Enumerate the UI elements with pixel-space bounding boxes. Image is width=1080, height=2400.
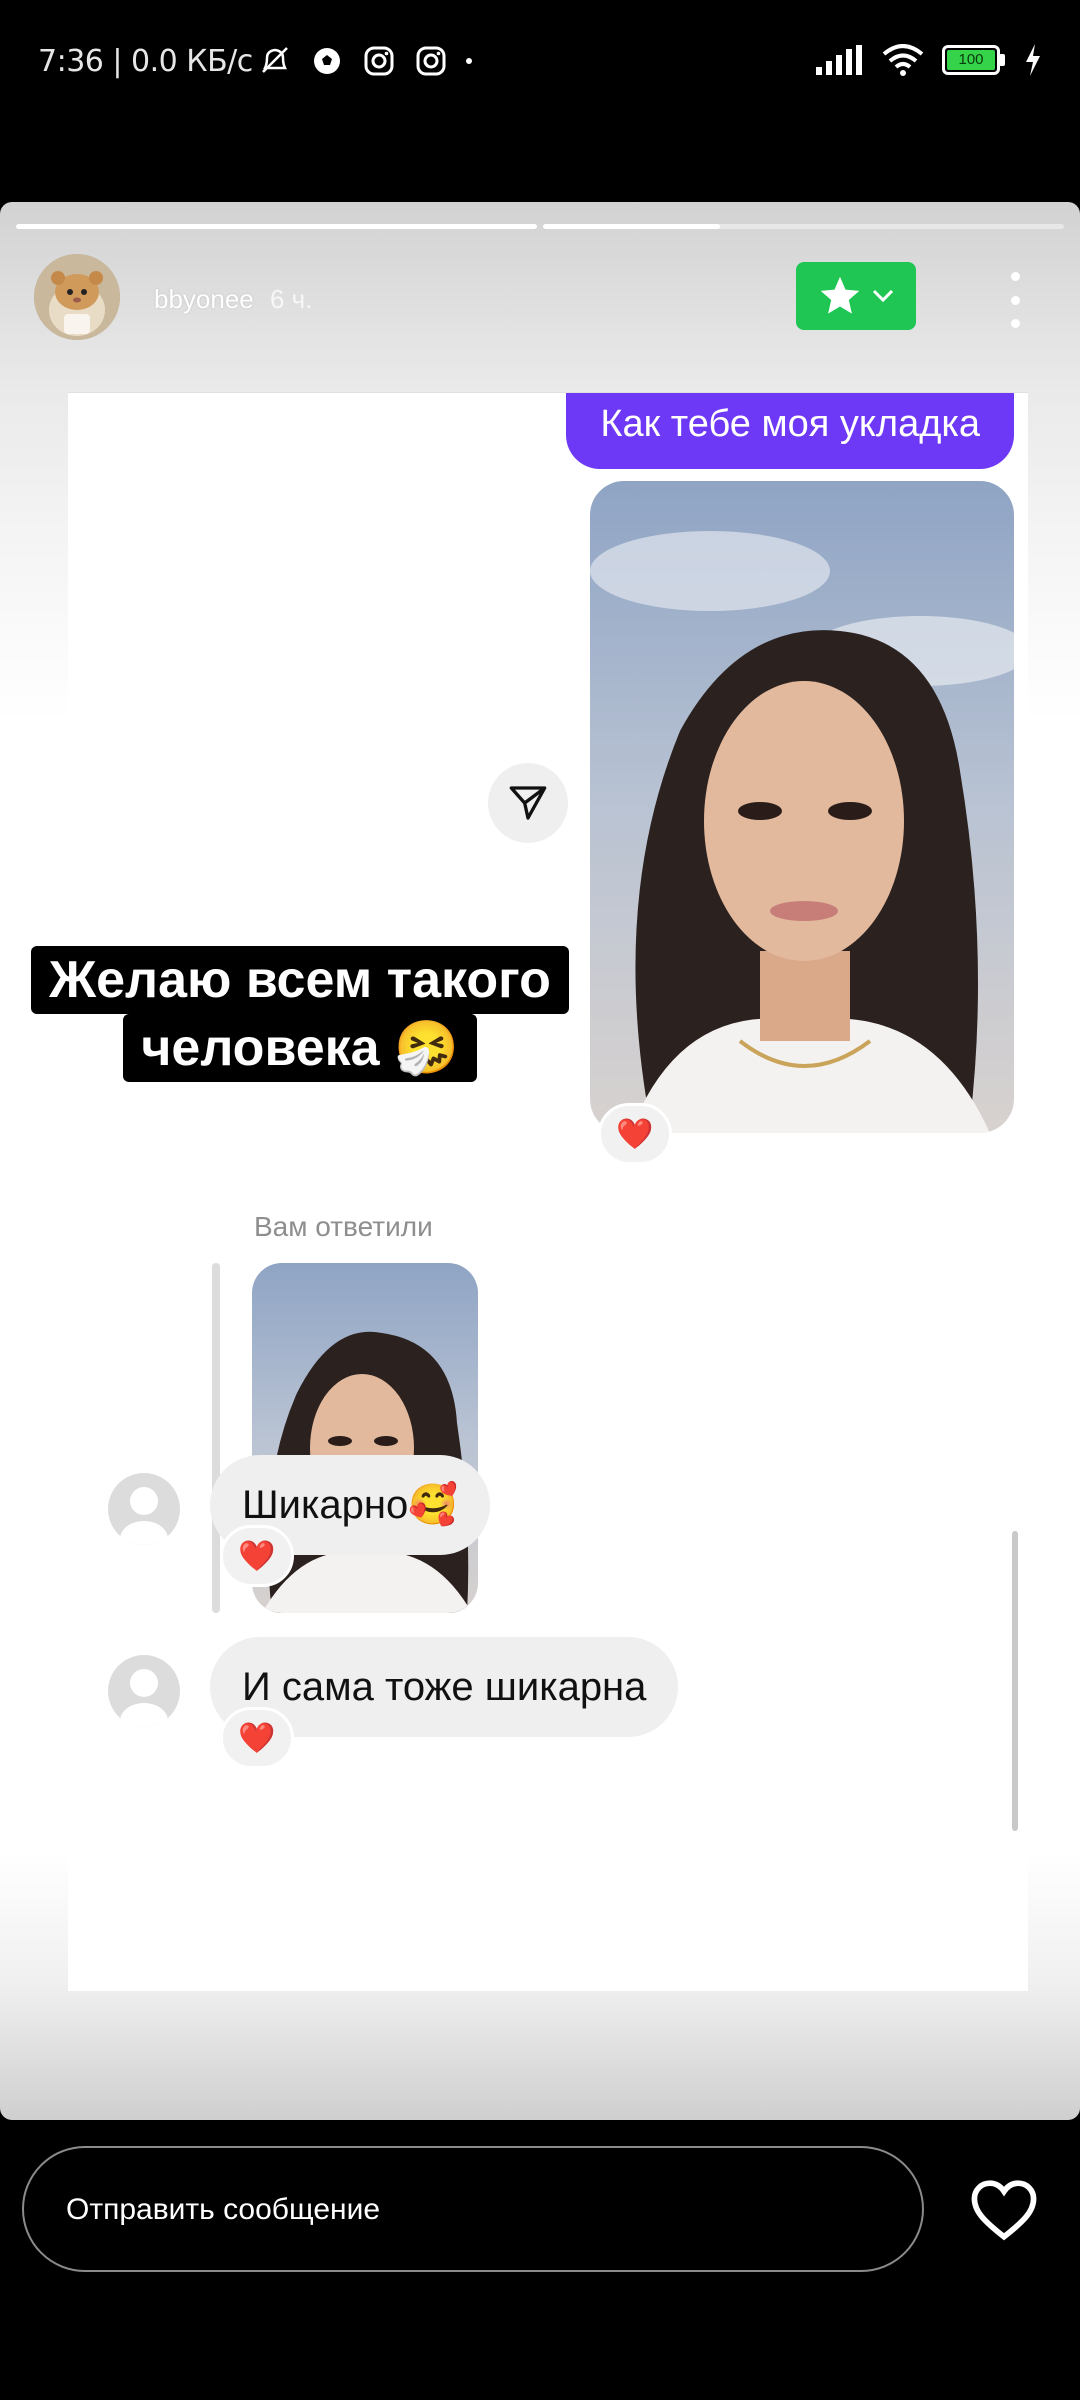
chat-screenshot: Как тебе моя укладка ❤️ Вам ответили Шик… [68,392,1028,1991]
story-viewer[interactable]: bbyonee 6 ч. Как тебе моя укладка ❤️ Вам… [0,202,1080,2120]
progress-fill [543,224,721,229]
overlay-line: Желаю всем такого [31,946,569,1014]
status-time-speed: 7:36 | 0.0 КБ/с [38,44,253,79]
outgoing-message: Как тебе моя укладка [566,393,1014,469]
reply-indicator [212,1263,220,1613]
progress-segment [16,224,537,229]
wifi-icon [882,44,924,76]
heart-reaction: ❤️ [616,1117,654,1151]
story-progress [16,224,1064,229]
send-icon [509,786,547,820]
sender-avatar [108,1655,180,1727]
soccer-ball-icon [310,44,344,78]
scrollbar[interactable] [1012,1531,1018,1831]
silent-alarm-icon [258,44,292,78]
message-reaction: ❤️ [598,1103,672,1165]
message-reaction: ❤️ [220,1525,294,1587]
chevron-down-icon [872,289,894,303]
story-text-overlay: Желаю всем такого человека 🤧 [0,946,600,1082]
signal-icon [816,45,862,75]
status-notification-icons [258,44,472,78]
author-username[interactable]: bbyonee [154,284,254,315]
author-avatar[interactable] [34,254,120,340]
charging-icon [1026,44,1040,76]
message-input[interactable] [64,2148,888,2272]
battery-level: 100 [958,51,984,68]
dot-icon [466,58,472,64]
like-button[interactable] [964,2172,1044,2248]
heart-reaction: ❤️ [238,1721,276,1755]
instagram-icon [414,44,448,78]
battery-icon: 100 [942,45,1006,75]
overlay-line: человека 🤧 [123,1014,477,1082]
heart-reaction: ❤️ [238,1539,276,1573]
message-input-container[interactable] [22,2146,924,2272]
star-icon [820,276,860,314]
status-bar: 7:36 | 0.0 КБ/с 100 [0,0,1080,130]
heart-outline-icon [971,2180,1037,2241]
share-button[interactable] [488,763,568,843]
message-reaction: ❤️ [220,1707,294,1769]
progress-segment [543,224,1064,229]
close-friends-button[interactable] [796,262,916,330]
story-time-ago: 6 ч. [270,284,313,314]
more-options-icon[interactable] [1000,272,1030,328]
sender-avatar [108,1473,180,1545]
status-system-icons: 100 [814,44,1042,76]
selfie-photo [590,481,1014,1133]
progress-fill [16,224,537,229]
replied-label: Вам ответили [254,1211,433,1242]
instagram-icon [362,44,396,78]
